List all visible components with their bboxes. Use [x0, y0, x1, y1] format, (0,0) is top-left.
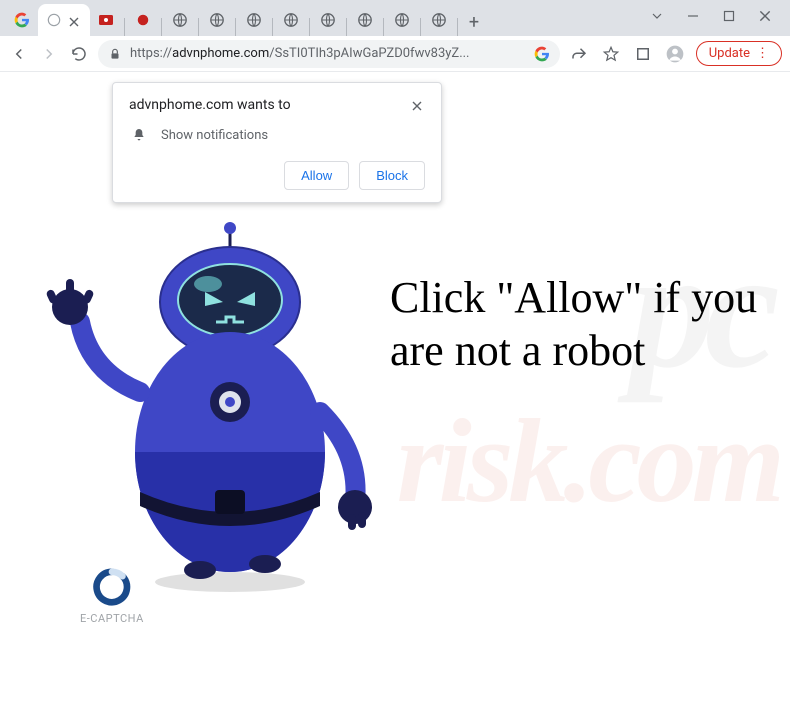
tab-separator — [124, 18, 125, 36]
page-headline: Click "Allow" if you are not a robot — [390, 272, 770, 378]
tab-separator — [420, 18, 421, 36]
window-maximize-icon[interactable] — [722, 9, 736, 23]
url-path: /SsTI0TIh3pAIwGaPZD0fwv83yZ... — [269, 46, 469, 61]
google-icon — [14, 12, 30, 28]
new-tab-button[interactable]: + — [460, 8, 488, 36]
globe-icon — [246, 12, 262, 28]
globe-icon — [172, 12, 188, 28]
window-minimize-icon[interactable] — [686, 9, 700, 23]
tab-separator — [346, 18, 347, 36]
page-favicon — [46, 12, 62, 28]
update-button[interactable]: Update ⋮ — [696, 41, 782, 66]
extensions-icon[interactable] — [632, 43, 654, 65]
tab-globe[interactable] — [423, 4, 455, 36]
tab-separator — [457, 18, 458, 36]
reload-icon[interactable] — [68, 43, 90, 65]
window-dropdown-icon[interactable] — [650, 9, 664, 23]
profile-icon[interactable] — [664, 43, 686, 65]
notification-permission-dialog: advnphome.com wants to Show notification… — [112, 82, 442, 203]
record-dark-icon — [135, 12, 151, 28]
tab-record-dark[interactable] — [127, 4, 159, 36]
tab-active[interactable] — [38, 4, 90, 36]
share-icon[interactable] — [568, 43, 590, 65]
tab-close-icon[interactable] — [68, 13, 82, 27]
tab-separator — [309, 18, 310, 36]
tab-globe[interactable] — [312, 4, 344, 36]
tab-globe[interactable] — [201, 4, 233, 36]
notification-origin: advnphome.com wants to — [129, 97, 291, 113]
tab-globe[interactable] — [238, 4, 270, 36]
tab-separator — [161, 18, 162, 36]
block-button[interactable]: Block — [359, 161, 425, 190]
tab-google[interactable] — [6, 4, 38, 36]
tab-globe[interactable] — [164, 4, 196, 36]
lock-icon — [108, 47, 122, 61]
url-text: https:// advnphome.com /SsTI0TIh3pAIwGaP… — [130, 46, 469, 61]
globe-icon — [283, 12, 299, 28]
address-bar[interactable]: https:// advnphome.com /SsTI0TIh3pAIwGaP… — [98, 40, 560, 68]
tab-separator — [235, 18, 236, 36]
url-scheme: https:// — [130, 46, 172, 61]
tab-record-red[interactable] — [90, 4, 122, 36]
spinner-icon — [93, 568, 131, 606]
page-content: pc risk.com advnphome.com wants to Show … — [0, 72, 790, 705]
menu-dots-icon: ⋮ — [756, 51, 769, 56]
tab-globe[interactable] — [386, 4, 418, 36]
globe-icon — [320, 12, 336, 28]
globe-icon — [357, 12, 373, 28]
globe-icon — [431, 12, 447, 28]
globe-icon — [209, 12, 225, 28]
robot-illustration — [40, 192, 380, 592]
back-icon[interactable] — [8, 43, 30, 65]
update-label: Update — [709, 46, 750, 61]
notification-permission-text: Show notifications — [161, 128, 268, 143]
tab-separator — [272, 18, 273, 36]
bell-icon — [131, 127, 147, 143]
tab-separator — [383, 18, 384, 36]
bookmark-star-icon[interactable] — [600, 43, 622, 65]
tab-separator — [198, 18, 199, 36]
globe-icon — [394, 12, 410, 28]
forward-icon[interactable] — [38, 43, 60, 65]
window-close-icon[interactable] — [758, 9, 772, 23]
ecaptcha-badge: E-CAPTCHA — [80, 568, 144, 625]
close-icon[interactable] — [411, 97, 425, 111]
ecaptcha-label: E-CAPTCHA — [80, 612, 144, 625]
url-host: advnphome.com — [172, 46, 269, 61]
tab-globe[interactable] — [275, 4, 307, 36]
google-search-icon[interactable] — [534, 46, 550, 62]
allow-button[interactable]: Allow — [284, 161, 349, 190]
record-red-icon — [98, 12, 114, 28]
toolbar: https:// advnphome.com /SsTI0TIh3pAIwGaP… — [0, 36, 790, 72]
watermark-text: risk.com — [397, 392, 780, 530]
tab-globe[interactable] — [349, 4, 381, 36]
